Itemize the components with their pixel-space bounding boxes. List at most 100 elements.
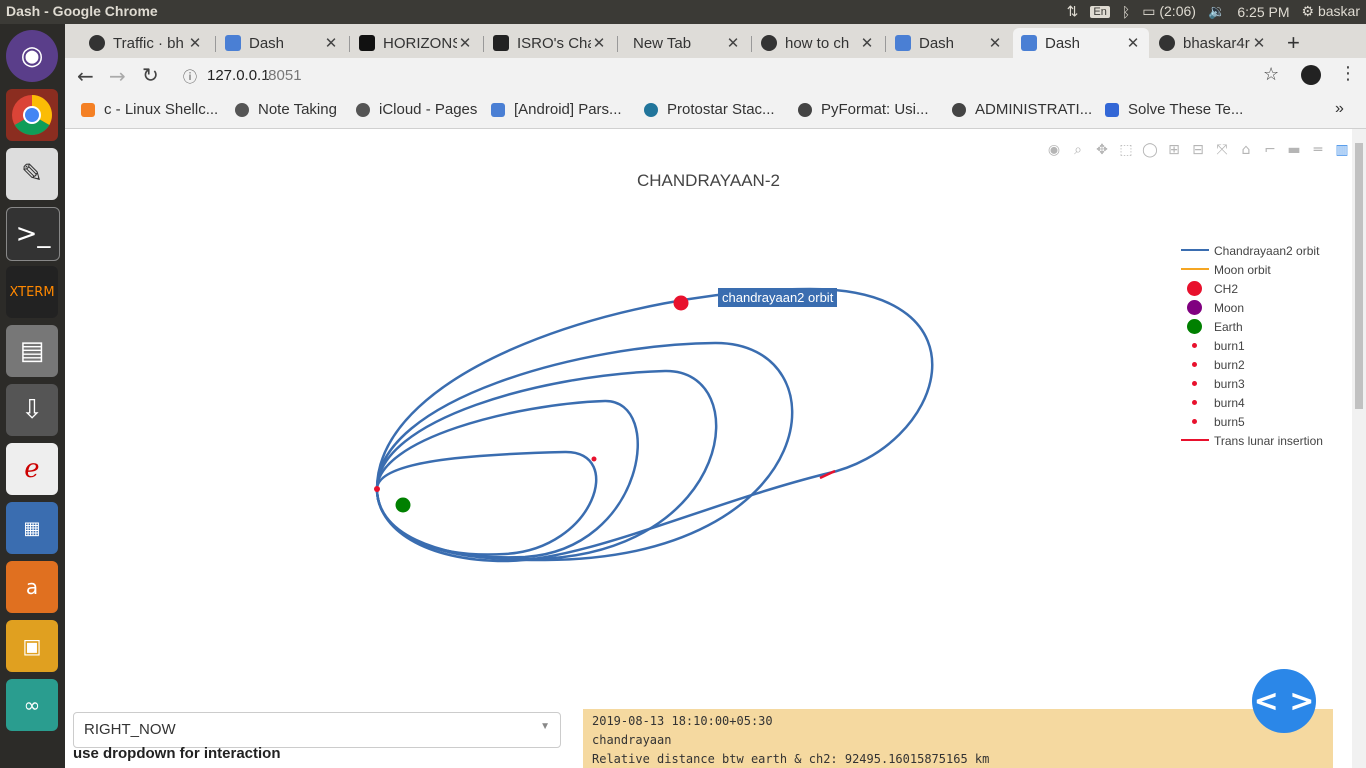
bookmark-item[interactable]: [Android] Pars... — [491, 101, 622, 118]
menu-icon[interactable]: ⋮ — [1339, 63, 1357, 84]
install-icon[interactable]: ⇩ — [6, 384, 58, 436]
hover-compare-icon[interactable]: ═ — [1308, 141, 1328, 159]
office-docs-icon[interactable]: ▦ — [6, 502, 58, 554]
orbit-5[interactable] — [375, 287, 934, 563]
orbit-4[interactable] — [375, 341, 794, 562]
tab-horizons[interactable]: HORIZONS ✕ — [351, 28, 481, 58]
tab-dash-1[interactable]: Dash ✕ — [217, 28, 347, 58]
info-icon[interactable]: ⓘ — [183, 67, 197, 87]
more-bookmarks-icon[interactable]: » — [1335, 100, 1344, 118]
close-icon[interactable]: ✕ — [859, 34, 875, 52]
bookmark-item[interactable]: PyFormat: Usi... — [798, 101, 929, 118]
burn-point-2[interactable] — [374, 486, 380, 492]
bookmark-item[interactable]: iCloud - Pages — [356, 101, 477, 118]
plot-legend: Chandrayaan2 orbit Moon orbit CH2 Moon Earth… — [1179, 241, 1323, 450]
burn-point-1[interactable] — [591, 456, 597, 462]
bookmark-item[interactable]: Protostar Stac... — [644, 101, 775, 118]
spike-lines-icon[interactable]: ⌐ — [1260, 141, 1280, 159]
bookmark-label: iCloud - Pages — [379, 101, 478, 118]
tab-traffic[interactable]: Traffic · bh ✕ — [81, 28, 211, 58]
amazon-icon[interactable]: a — [6, 561, 58, 613]
bookmark-item[interactable]: Note Taking — [235, 101, 337, 118]
close-icon[interactable]: ✕ — [1251, 34, 1267, 52]
code-toggle-button[interactable]: < > — [1252, 669, 1316, 733]
hover-closest-icon[interactable]: ▬ — [1284, 141, 1304, 159]
legend-item[interactable]: burn2 — [1179, 355, 1323, 374]
reload-icon[interactable]: ↻ — [142, 63, 159, 87]
info-timestamp: 2019-08-13 18:10:00+05:30 — [592, 714, 773, 728]
scrollbar-thumb[interactable] — [1355, 143, 1363, 409]
tab-how-to[interactable]: how to ch ✕ — [753, 28, 883, 58]
tab-bhaskar[interactable]: bhaskar4r ✕ — [1151, 28, 1275, 58]
forward-icon[interactable]: → — [109, 64, 126, 88]
zoom-out-icon[interactable]: ⊟ — [1188, 141, 1208, 159]
arduino-icon[interactable]: ∞ — [6, 679, 58, 731]
zoom-in-icon[interactable]: ⊞ — [1164, 141, 1184, 159]
globe-icon — [952, 102, 966, 117]
tab-new-tab[interactable]: New Tab ✕ — [619, 28, 749, 58]
volume-icon[interactable]: 🔉 — [1208, 3, 1225, 20]
legend-item[interactable]: Chandrayaan2 orbit — [1179, 241, 1323, 260]
close-icon[interactable]: ✕ — [725, 34, 741, 52]
tab-separator — [617, 36, 618, 52]
reader-icon[interactable]: ℯ — [6, 443, 58, 495]
legend-item[interactable]: Moon orbit — [1179, 260, 1323, 279]
bookmark-item[interactable]: c - Linux Shellc... — [81, 101, 218, 118]
orbit-plot[interactable] — [65, 129, 1165, 689]
horizons-icon — [359, 35, 375, 51]
tab-dash-active[interactable]: Dash ✕ — [1013, 28, 1149, 58]
time-dropdown[interactable]: RIGHT_NOW ▼ — [73, 712, 561, 748]
address-bar[interactable]: ⓘ 127.0.0.1 :8051 — [175, 62, 1295, 91]
home-icon[interactable]: ⌂ — [1236, 141, 1256, 159]
legend-item[interactable]: CH2 — [1179, 279, 1323, 298]
autoscale-icon[interactable]: ⤧ — [1212, 141, 1232, 159]
extension-icon[interactable] — [1301, 65, 1321, 85]
tab-dash-2[interactable]: Dash ✕ — [887, 28, 1011, 58]
legend-item[interactable]: burn4 — [1179, 393, 1323, 412]
chrome-launcher-icon[interactable] — [6, 89, 58, 141]
files-icon[interactable]: ▤ — [6, 325, 58, 377]
network-icon[interactable]: ⇅ — [1067, 3, 1079, 20]
close-icon[interactable]: ✕ — [187, 34, 203, 52]
legend-item[interactable]: Trans lunar insertion — [1179, 431, 1323, 450]
battery-indicator[interactable]: ▭ (2:06) — [1142, 3, 1196, 20]
earth-marker[interactable] — [395, 497, 411, 513]
app-icon[interactable]: ▣ — [6, 620, 58, 672]
ubuntu-dash-icon[interactable]: ◉ — [6, 30, 58, 82]
page-scrollbar[interactable] — [1352, 129, 1366, 768]
chevron-down-icon[interactable]: ▼ — [540, 721, 550, 732]
globe-icon — [798, 102, 812, 117]
bookmark-star-icon[interactable]: ☆ — [1263, 64, 1279, 85]
close-icon[interactable]: ✕ — [457, 34, 473, 52]
legend-item[interactable]: burn3 — [1179, 374, 1323, 393]
tab-isro[interactable]: ISRO's Cha ✕ — [485, 28, 615, 58]
bluetooth-icon[interactable]: ᛒ — [1122, 4, 1130, 20]
bookmark-label: Protostar Stac... — [667, 101, 775, 118]
clock[interactable]: 6:25 PM — [1237, 4, 1289, 20]
legend-item[interactable]: burn1 — [1179, 336, 1323, 355]
plotly-logo-icon[interactable]: ▥ — [1332, 141, 1352, 159]
ch2-marker[interactable] — [673, 295, 689, 311]
docs-icon — [1105, 102, 1119, 117]
new-tab-button[interactable]: + — [1287, 28, 1317, 58]
tab-separator — [885, 36, 886, 52]
legend-label: CH2 — [1214, 281, 1239, 296]
legend-symbol — [1179, 355, 1211, 374]
bookmark-item[interactable]: ADMINISTRATI... — [952, 101, 1092, 118]
user-menu[interactable]: ⚙ baskar — [1302, 3, 1360, 20]
legend-item[interactable]: burn5 — [1179, 412, 1323, 431]
close-icon[interactable]: ✕ — [323, 34, 339, 52]
legend-label: Earth — [1214, 319, 1243, 334]
close-icon[interactable]: ✕ — [1125, 34, 1141, 52]
back-icon[interactable]: ← — [77, 64, 94, 88]
legend-item[interactable]: Moon — [1179, 298, 1323, 317]
close-icon[interactable]: ✕ — [987, 34, 1003, 52]
legend-item[interactable]: Earth — [1179, 317, 1323, 336]
bookmark-item[interactable]: Solve These Te... — [1105, 101, 1243, 118]
close-icon[interactable]: ✕ — [591, 34, 607, 52]
text-editor-icon[interactable]: ✎ — [6, 148, 58, 200]
keyboard-lang-indicator[interactable]: En — [1090, 5, 1110, 18]
xterm-icon[interactable]: XTERM — [6, 266, 58, 318]
legend-label: burn3 — [1214, 376, 1245, 391]
terminal-icon[interactable]: >_ — [6, 207, 60, 261]
